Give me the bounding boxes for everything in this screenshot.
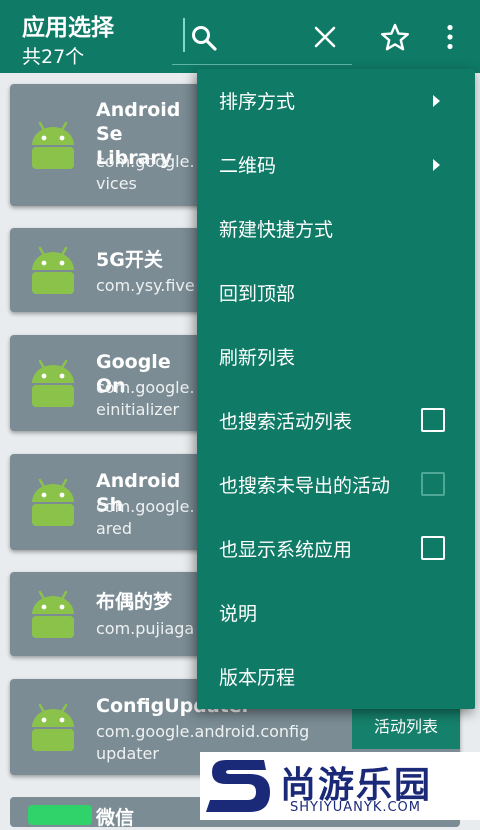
menu-item-help[interactable]: 说明 <box>197 581 475 645</box>
toolbar-subtitle: 共27个 <box>22 46 85 68</box>
more-vert-icon[interactable] <box>444 24 456 54</box>
app-name: 微信 <box>96 807 135 829</box>
app-toolbar: 应用选择 共27个 <box>0 0 480 73</box>
search-input-cursor <box>183 18 185 52</box>
watermark-url: SHYIYUANYK.COM <box>290 800 421 815</box>
star-icon[interactable] <box>380 23 410 55</box>
menu-item-label: 也显示系统应用 <box>219 539 353 561</box>
app-name: 5G开关 <box>96 249 163 271</box>
submenu-arrow-icon <box>433 95 440 107</box>
menu-item-refresh[interactable]: 刷新列表 <box>197 325 475 389</box>
menu-item-changelog[interactable]: 版本历程 <box>197 645 475 709</box>
show-system-apps-checkbox[interactable] <box>421 536 445 560</box>
menu-item-label: 也搜索活动列表 <box>219 411 353 433</box>
wechat-icon <box>28 805 92 825</box>
menu-item-label: 回到顶部 <box>219 283 296 305</box>
menu-item-label: 新建快捷方式 <box>219 219 334 241</box>
watermark-logo-icon <box>204 754 274 820</box>
search-icon[interactable] <box>190 24 218 56</box>
menu-item-label: 二维码 <box>219 155 277 177</box>
menu-item-label: 刷新列表 <box>219 347 296 369</box>
search-input-underline <box>172 64 352 65</box>
search-unexported-checkbox <box>421 472 445 496</box>
android-icon <box>27 121 79 173</box>
menu-item-sort[interactable]: 排序方式 <box>197 69 475 133</box>
menu-item-search-activities[interactable]: 也搜索活动列表 <box>197 389 475 453</box>
menu-item-show-system-apps[interactable]: 也显示系统应用 <box>197 517 475 581</box>
overflow-menu: 排序方式 二维码 新建快捷方式 回到顶部 刷新列表 也搜索活动列表 也搜索未导出… <box>197 69 475 709</box>
menu-item-search-unexported: 也搜索未导出的活动 <box>197 453 475 517</box>
submenu-arrow-icon <box>433 159 440 171</box>
search-activities-checkbox[interactable] <box>421 408 445 432</box>
menu-item-qrcode[interactable]: 二维码 <box>197 133 475 197</box>
android-icon <box>27 590 79 642</box>
activity-list-button[interactable]: 活动列表 <box>352 705 460 749</box>
android-icon <box>27 478 79 530</box>
app-name: 布偶的梦 <box>96 591 173 613</box>
android-icon <box>27 359 79 411</box>
android-icon <box>27 246 79 298</box>
close-icon[interactable] <box>314 26 336 52</box>
menu-item-label: 版本历程 <box>219 667 296 689</box>
menu-item-label: 也搜索未导出的活动 <box>219 475 391 497</box>
menu-item-label: 说明 <box>219 603 258 625</box>
menu-item-label: 排序方式 <box>219 91 296 113</box>
android-icon <box>27 703 79 755</box>
watermark: 尚游乐园 SHYIYUANYK.COM <box>200 752 480 820</box>
menu-item-new-shortcut[interactable]: 新建快捷方式 <box>197 197 475 261</box>
toolbar-title: 应用选择 <box>22 15 114 41</box>
menu-item-scroll-top[interactable]: 回到顶部 <box>197 261 475 325</box>
